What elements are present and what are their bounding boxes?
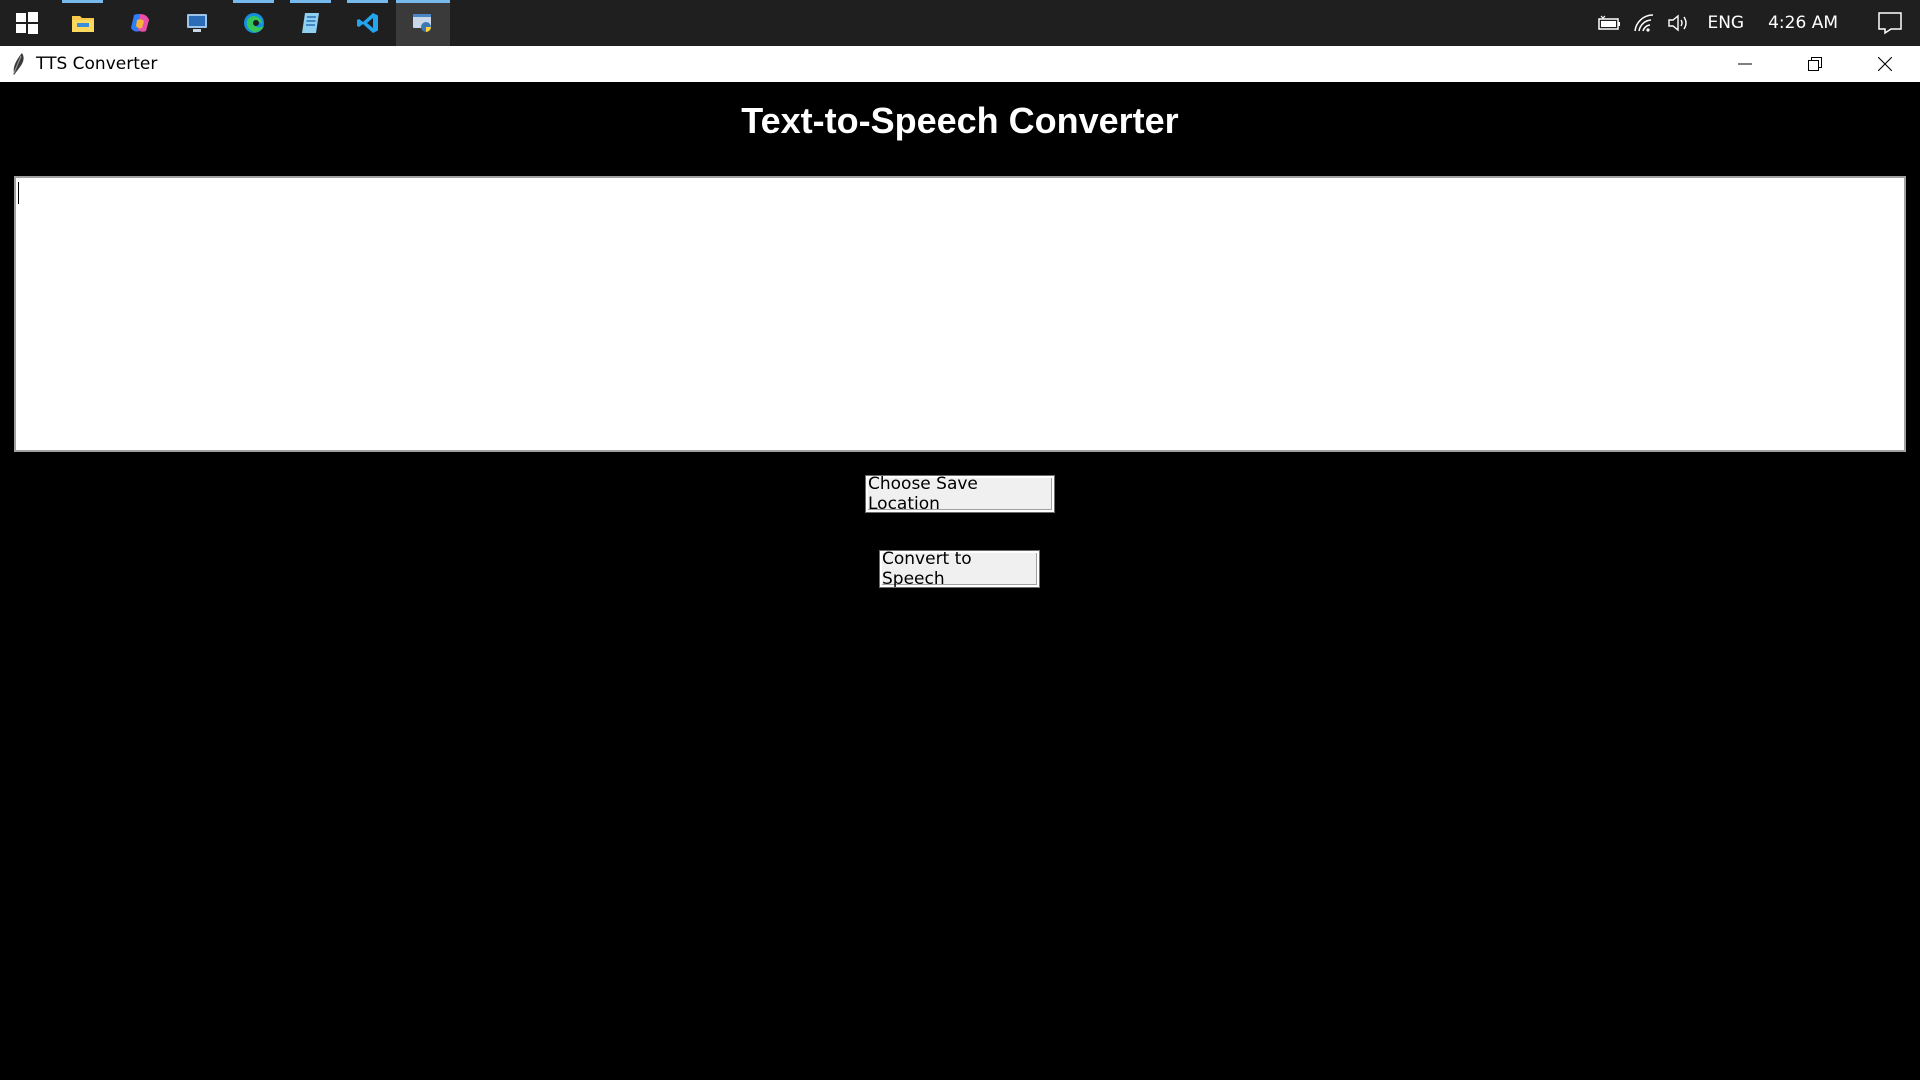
app-client-area: Text-to-Speech Converter Choose Save Loc… (0, 82, 1920, 1080)
window-titlebar[interactable]: TTS Converter (0, 46, 1920, 82)
file-explorer-icon (71, 16, 94, 32)
tray-network[interactable] (1627, 0, 1661, 46)
battery-icon (1598, 15, 1621, 30)
text-input[interactable] (14, 176, 1906, 452)
notepad-icon (301, 13, 319, 33)
taskbar-copilot[interactable] (111, 0, 168, 46)
wifi-icon (1634, 14, 1654, 32)
choose-save-location-button[interactable]: Choose Save Location (865, 474, 1055, 514)
close-icon (1878, 57, 1892, 71)
windows-logo-icon (16, 12, 38, 34)
action-center-icon (1878, 12, 1902, 35)
system-tray: ENG 4:26 AM (1593, 0, 1920, 46)
language-indicator[interactable]: ENG (1695, 13, 1756, 33)
text-cursor (18, 182, 19, 204)
window-controls (1710, 46, 1920, 82)
volume-icon (1668, 14, 1688, 32)
taskbar-remote-desktop[interactable] (168, 0, 225, 46)
taskbar-vscode[interactable] (339, 0, 396, 46)
python-tk-icon (413, 14, 431, 32)
page-title: Text-to-Speech Converter (741, 100, 1179, 141)
taskbar: ENG 4:26 AM (0, 0, 1920, 46)
close-button[interactable] (1850, 46, 1920, 82)
window-title: TTS Converter (36, 54, 158, 74)
taskbar-python-tk[interactable] (396, 0, 450, 46)
copilot-icon (130, 13, 149, 32)
start-button[interactable] (0, 0, 54, 46)
edge-icon (243, 13, 264, 33)
remote-desktop-icon (186, 14, 207, 32)
restore-icon (1808, 57, 1822, 71)
convert-to-speech-button[interactable]: Convert to Speech (879, 549, 1040, 589)
minimize-button[interactable] (1710, 46, 1780, 82)
taskbar-notepad[interactable] (282, 0, 339, 46)
taskbar-file-explorer[interactable] (54, 0, 111, 46)
taskbar-edge[interactable] (225, 0, 282, 46)
restore-button[interactable] (1780, 46, 1850, 82)
action-center-button[interactable] (1860, 0, 1920, 46)
minimize-icon (1738, 63, 1752, 65)
tray-volume[interactable] (1661, 0, 1695, 46)
feather-icon (13, 53, 24, 75)
clock[interactable]: 4:26 AM (1756, 13, 1860, 33)
vscode-icon (356, 13, 378, 33)
tray-battery[interactable] (1593, 0, 1627, 46)
window-icon (6, 52, 30, 76)
